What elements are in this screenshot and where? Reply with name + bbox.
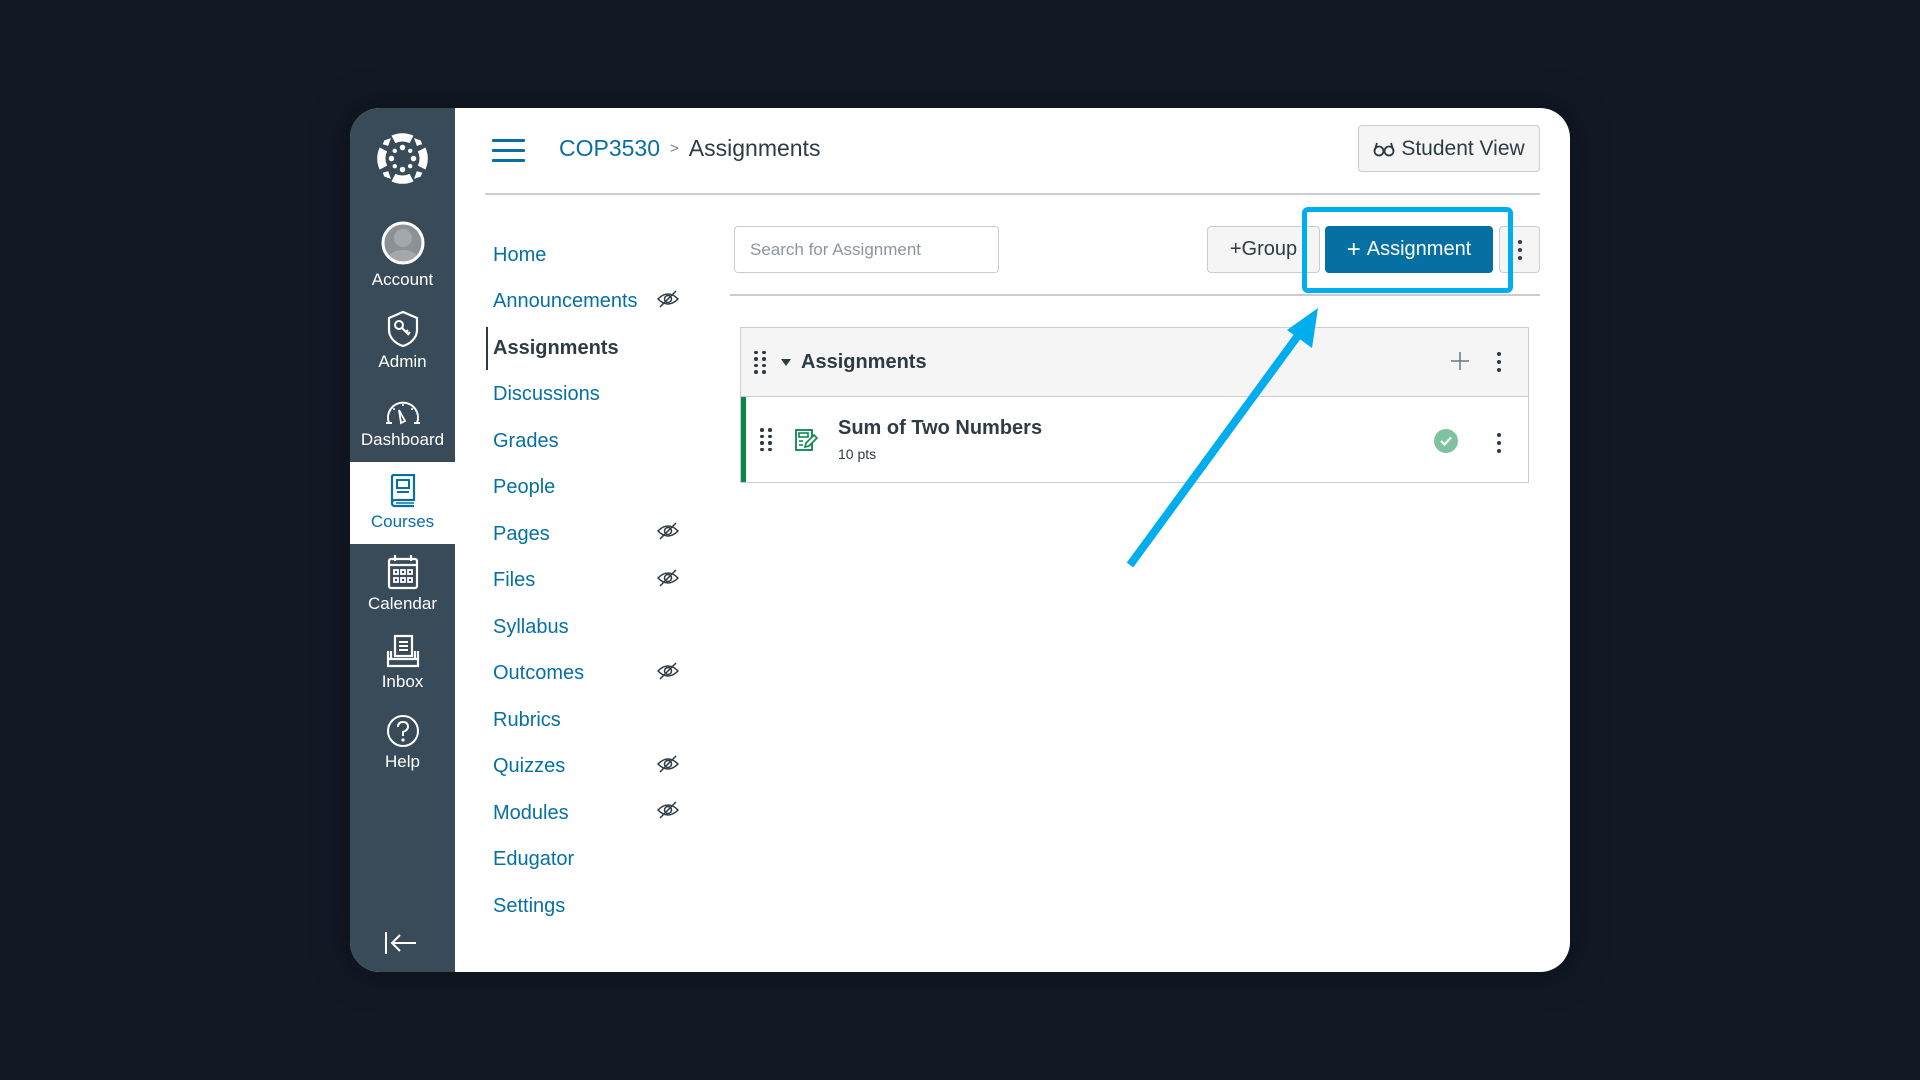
course-nav-label: Settings [493, 894, 566, 917]
global-nav-account-label: Account [371, 270, 434, 289]
collapse-caret-icon[interactable] [781, 358, 791, 366]
course-nav-label: Assignments [493, 336, 619, 359]
course-nav-label: Modules [493, 801, 569, 824]
course-nav-label: People [493, 476, 556, 499]
course-nav-label: Pages [493, 522, 550, 545]
course-nav-assignments[interactable]: Assignments [486, 325, 693, 372]
course-nav-label: Quizzes [493, 755, 566, 778]
course-nav-quizzes[interactable]: Quizzes [493, 744, 693, 791]
inbox-icon [386, 634, 419, 668]
assignment-group-header: Assignments [741, 328, 1528, 397]
calendar-icon [387, 555, 418, 590]
course-nav-grades[interactable]: Grades [493, 418, 693, 465]
add-assignment-label: Assignment [1366, 238, 1472, 260]
glasses-icon [1373, 142, 1395, 156]
course-nav-label: Grades [493, 429, 559, 452]
published-check-icon[interactable] [1434, 429, 1458, 453]
global-nav-help[interactable]: Help [350, 714, 455, 772]
hidden-eye-icon [657, 754, 679, 773]
hamburger-icon[interactable] [492, 139, 525, 163]
hidden-eye-icon [657, 801, 679, 819]
hidden-eye-icon [657, 522, 679, 540]
course-nav-settings[interactable]: Settings [493, 883, 693, 930]
global-nav-account[interactable]: Account [350, 220, 455, 290]
course-nav-people[interactable]: People [493, 465, 693, 512]
global-nav-admin-label: Admin [378, 352, 427, 371]
global-nav-dashboard-label: Dashboard [360, 430, 445, 449]
add-assignment-button[interactable]: + Assignment [1325, 226, 1493, 273]
breadcrumb: COP3530 > Assignments [559, 135, 820, 162]
assignment-icon [795, 428, 818, 451]
canvas-logo-icon[interactable] [375, 131, 430, 186]
hidden-eye-icon [657, 568, 679, 587]
account-avatar-icon [381, 221, 424, 265]
drag-handle-icon[interactable] [754, 350, 766, 374]
course-nav-files[interactable]: Files [493, 558, 693, 605]
assignment-row[interactable]: Sum of Two Numbers 10 pts [741, 397, 1528, 482]
drag-handle-icon[interactable] [760, 428, 772, 451]
course-nav-label: Files [493, 569, 536, 592]
course-nav-outcomes[interactable]: Outcomes [493, 651, 693, 698]
course-nav-label: Announcements [493, 290, 638, 313]
course-nav-rubrics[interactable]: Rubrics [493, 697, 693, 744]
assignment-kebab-icon[interactable] [1497, 433, 1501, 453]
course-nav-home[interactable]: Home [493, 232, 693, 279]
global-nav-calendar[interactable]: Calendar [350, 554, 455, 614]
group-kebab-icon[interactable] [1497, 352, 1501, 372]
hidden-eye-icon [657, 289, 679, 308]
course-nav-label: Rubrics [493, 708, 561, 731]
add-to-group-icon[interactable] [1450, 351, 1470, 371]
canvas-window: Account Admin Dashboard Courses Calendar… [350, 108, 1570, 972]
global-nav-admin[interactable]: Admin [350, 310, 455, 372]
collapse-arrow-icon[interactable] [383, 928, 423, 958]
assignment-points: 10 pts [838, 446, 877, 462]
course-nav-syllabus[interactable]: Syllabus [493, 604, 693, 651]
course-nav: Home Announcements Assignments Discussions G… [486, 232, 693, 930]
course-nav-label: Edugator [493, 848, 575, 871]
add-group-label: +Group [1229, 238, 1298, 260]
course-nav-label: Discussions [493, 383, 600, 406]
breadcrumb-course-link[interactable]: COP3530 [559, 135, 660, 162]
global-nav-dashboard[interactable]: Dashboard [350, 398, 455, 450]
course-nav-modules[interactable]: Modules [493, 790, 693, 837]
search-assignment-input[interactable] [734, 226, 999, 273]
course-nav-pages[interactable]: Pages [493, 511, 693, 558]
assignment-group: Assignments Sum of Two Numbers 10 pts [740, 327, 1529, 483]
toolbar-divider [730, 294, 1540, 296]
kebab-icon [1517, 239, 1522, 260]
global-nav-inbox[interactable]: Inbox [350, 634, 455, 692]
help-question-icon [386, 715, 419, 747]
course-nav-label: Syllabus [493, 615, 569, 638]
assignment-title-link[interactable]: Sum of Two Numbers [838, 417, 1042, 440]
global-nav-inbox-label: Inbox [381, 672, 424, 691]
more-options-button[interactable] [1499, 226, 1540, 273]
course-nav-label: Home [493, 243, 547, 266]
hidden-eye-icon [657, 661, 679, 680]
header-divider [485, 193, 1540, 195]
breadcrumb-current: Assignments [688, 135, 821, 161]
student-view-label: Student View [1401, 136, 1525, 160]
breadcrumb-separator: > [670, 140, 679, 157]
course-nav-announcements[interactable]: Announcements [493, 279, 693, 326]
assignment-group-title: Assignments [801, 350, 927, 373]
global-nav-courses[interactable]: Courses [350, 462, 455, 544]
add-group-button[interactable]: +Group [1207, 226, 1320, 273]
global-nav: Account Admin Dashboard Courses Calendar… [350, 108, 455, 972]
global-nav-courses-label: Courses [370, 512, 435, 531]
student-view-button[interactable]: Student View [1358, 125, 1540, 172]
global-nav-calendar-label: Calendar [368, 594, 437, 613]
course-nav-label: Outcomes [493, 662, 585, 685]
course-nav-discussions[interactable]: Discussions [493, 372, 693, 419]
admin-shield-icon [387, 310, 418, 348]
course-nav-edugator[interactable]: Edugator [493, 837, 693, 884]
global-nav-help-label: Help [385, 752, 420, 771]
courses-book-icon [390, 474, 415, 508]
dashboard-gauge-icon [385, 401, 420, 425]
plus-icon: + [1346, 235, 1361, 263]
